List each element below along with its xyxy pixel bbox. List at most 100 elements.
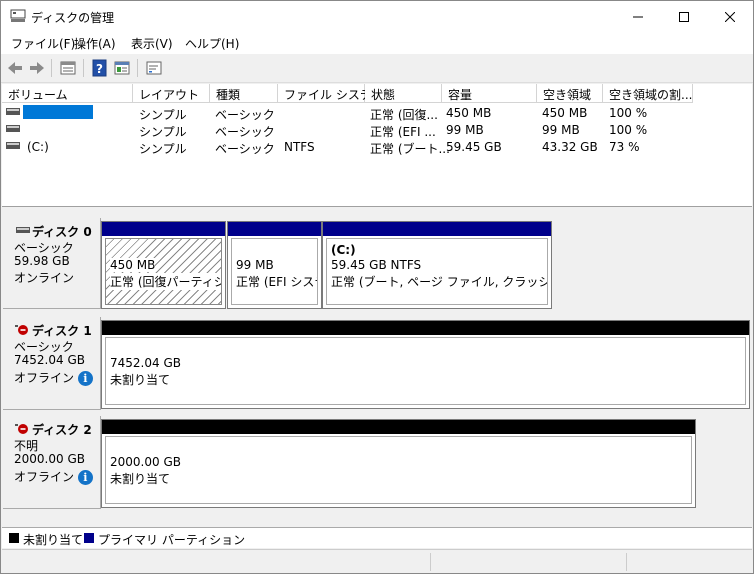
disk-size: 7452.04 GB: [14, 353, 85, 367]
cell-filesystem: NTFS: [284, 140, 315, 154]
minimize-button[interactable]: [615, 1, 661, 32]
cell-free-percent: 73 %: [609, 140, 640, 154]
partition-status: 未割り当て: [110, 373, 171, 387]
list-view-icon[interactable]: [59, 59, 77, 77]
legend-swatch-primary: [84, 533, 94, 543]
partition-c-drive[interactable]: (C:) 59.45 GB NTFS 正常 (ブート, ページ ファイル, クラ…: [322, 221, 552, 309]
cell-free-percent: 100 %: [609, 106, 648, 120]
close-icon: [725, 11, 735, 22]
menu-view[interactable]: 表示(V): [131, 35, 173, 52]
disk-size: 2000.00 GB: [14, 452, 85, 466]
forward-arrow-icon[interactable]: [28, 59, 46, 77]
cell-type: ベーシック: [215, 108, 275, 122]
cell-type: ベーシック: [215, 142, 275, 156]
selected-volume-highlight[interactable]: [23, 105, 93, 119]
help-icon[interactable]: ?: [91, 59, 109, 77]
partition-type-bar: [228, 222, 321, 236]
legend: 未割り当て プライマリ パーティション: [2, 527, 752, 548]
cell-capacity: 450 MB: [446, 106, 492, 120]
cell-status: 正常 (回復...: [370, 108, 438, 122]
disk-graphical-view: ディスク 0 ベーシック 59.98 GB オンライン 450 MB 正常 (回…: [2, 209, 752, 525]
column-header-type[interactable]: 種類: [210, 84, 278, 103]
partition-status: 正常 (EFI システム パーティション): [236, 275, 317, 289]
cell-capacity: 99 MB: [446, 123, 484, 137]
disk-1-label[interactable]: ディスク 1 ベーシック 7452.04 GB オフライン i: [3, 317, 101, 410]
column-header-free-space[interactable]: 空き領域: [537, 84, 603, 103]
partition-type-bar: [102, 321, 749, 335]
maximize-button[interactable]: [661, 1, 707, 32]
toolbar-separator: [137, 59, 138, 77]
partition-title: (C:): [331, 243, 356, 257]
properties-icon[interactable]: [113, 59, 131, 77]
title-bar: ディスクの管理: [1, 1, 753, 32]
toolbar-separator: [83, 59, 84, 77]
cell-layout: シンプル: [139, 108, 187, 122]
info-icon[interactable]: i: [77, 371, 93, 386]
toolbar: ?: [1, 54, 753, 83]
back-arrow-icon[interactable]: [6, 59, 24, 77]
partition-unallocated[interactable]: 7452.04 GB 未割り当て: [101, 320, 750, 409]
console-icon[interactable]: [145, 59, 163, 77]
volume-icon: [6, 142, 20, 149]
close-button[interactable]: [707, 1, 753, 32]
partition-status: 正常 (回復パーティション): [110, 273, 221, 290]
cell-volume: (C:): [27, 140, 49, 154]
partition-recovery[interactable]: 450 MB 正常 (回復パーティション): [101, 221, 226, 309]
menu-bar: ファイル(F) 操作(A) 表示(V) ヘルプ(H): [1, 32, 753, 54]
svg-text:?: ?: [96, 62, 103, 76]
cell-free-space: 43.32 GB: [542, 140, 598, 154]
partition-status: 正常 (ブート, ページ ファイル, クラッシュ ダンプ, プライマリ パーティ…: [331, 275, 547, 289]
status-bar: [2, 549, 752, 573]
column-header-volume[interactable]: ボリューム: [2, 84, 133, 103]
menu-file[interactable]: ファイル(F): [11, 35, 75, 52]
partition-efi[interactable]: 99 MB 正常 (EFI システム パーティション): [227, 221, 322, 309]
cell-capacity: 59.45 GB: [446, 140, 502, 154]
partition-type-bar: [323, 222, 551, 236]
minimize-icon: [633, 16, 643, 17]
disk-0-label[interactable]: ディスク 0 ベーシック 59.98 GB オンライン: [3, 218, 101, 309]
menu-help[interactable]: ヘルプ(H): [185, 35, 239, 52]
disk-management-icon: [10, 9, 26, 22]
legend-swatch-unallocated: [9, 533, 19, 543]
volume-icon: [6, 108, 20, 115]
cell-free-space: 99 MB: [542, 123, 580, 137]
partition-unallocated[interactable]: 2000.00 GB 未割り当て: [101, 419, 696, 508]
cell-layout: シンプル: [139, 125, 187, 139]
disk-management-window: ディスクの管理 ファイル(F) 操作(A) 表示(V) ヘルプ(H) ? ボリュ…: [0, 0, 754, 574]
volume-list[interactable]: ボリューム レイアウト 種類 ファイル システム 状態 容量 空き領域 空き領域…: [2, 84, 752, 207]
disk-size: 59.98 GB: [14, 254, 70, 268]
info-icon[interactable]: i: [77, 470, 93, 485]
disk-state: オンライン: [14, 271, 75, 285]
column-header-layout[interactable]: レイアウト: [133, 84, 210, 103]
partition-type-bar: [102, 222, 225, 236]
disk-name: ディスク 2: [32, 423, 92, 437]
legend-label: 未割り当て: [23, 533, 84, 547]
cell-free-percent: 100 %: [609, 123, 648, 137]
cell-free-space: 450 MB: [542, 106, 588, 120]
cell-layout: シンプル: [139, 142, 187, 156]
disk-name: ディスク 1: [32, 324, 92, 338]
cell-status: 正常 (EFI ...: [370, 125, 436, 139]
menu-action[interactable]: 操作(A): [74, 35, 116, 52]
disk-name: ディスク 0: [32, 225, 92, 239]
disk-state: オフライン: [14, 470, 75, 484]
legend-label: プライマリ パーティション: [98, 533, 246, 547]
column-header-capacity[interactable]: 容量: [442, 84, 537, 103]
disk-offline-icon: [15, 424, 28, 434]
partition-size: 99 MB: [236, 258, 274, 272]
column-header-free-percent[interactable]: 空き領域の割...: [603, 84, 693, 103]
status-separator: [626, 553, 627, 571]
volume-icon: [6, 125, 20, 132]
column-header-status[interactable]: 状態: [365, 84, 442, 103]
cell-type: ベーシック: [215, 125, 275, 139]
disk-2-label[interactable]: ディスク 2 不明 2000.00 GB オフライン i: [3, 416, 101, 509]
partition-size: 450 MB: [110, 258, 156, 272]
maximize-icon: [679, 11, 689, 22]
toolbar-separator: [51, 59, 52, 77]
partition-size: 2000.00 GB: [110, 455, 181, 469]
disk-icon: [16, 227, 30, 233]
column-header-filesystem[interactable]: ファイル システム: [278, 84, 383, 103]
disk-state: オフライン: [14, 371, 75, 385]
disk-offline-icon: [15, 325, 28, 335]
cell-status: 正常 (ブート...: [370, 142, 450, 156]
